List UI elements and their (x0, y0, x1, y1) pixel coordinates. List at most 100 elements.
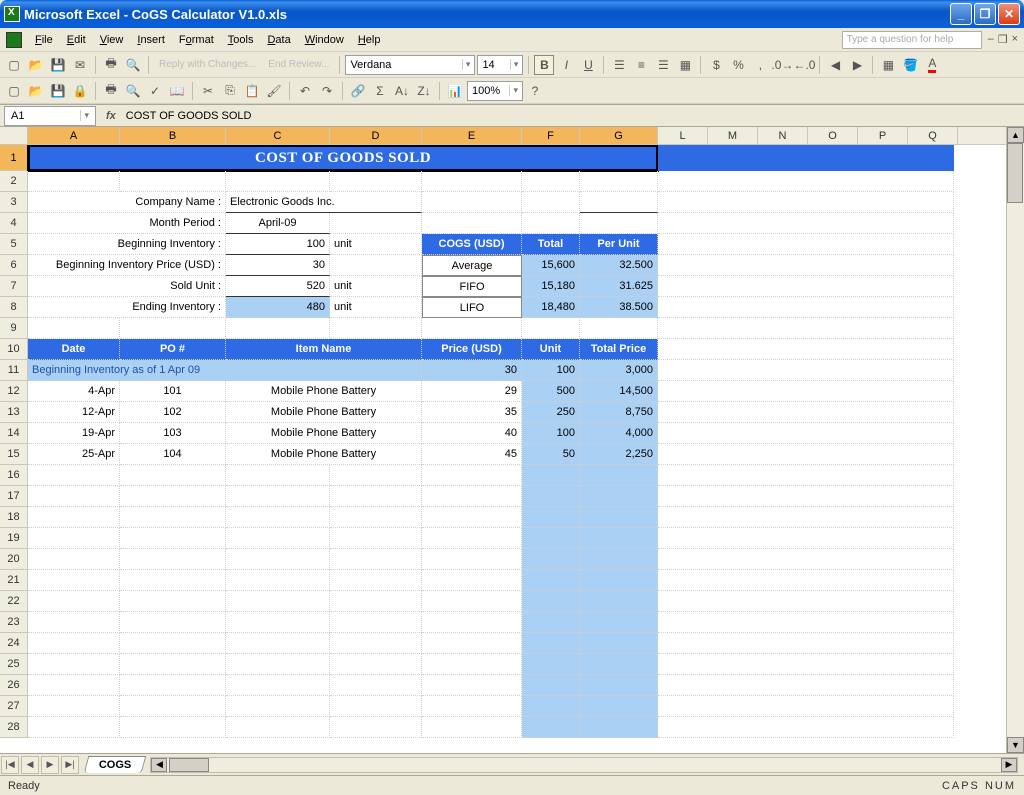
cogs-total-hdr[interactable]: Total (522, 234, 580, 255)
r3-total[interactable]: 2,250 (580, 444, 658, 465)
menu-format[interactable]: Format (172, 31, 221, 49)
col-O[interactable]: O (808, 127, 858, 144)
col-C[interactable]: C (226, 127, 330, 144)
r0-po[interactable]: 101 (120, 381, 226, 402)
value-beginvprice[interactable]: 30 (226, 255, 330, 276)
row-1[interactable]: 1 (0, 145, 28, 171)
select-all-corner[interactable] (0, 127, 28, 144)
help-icon[interactable]: ? (525, 81, 545, 101)
r1-unit[interactable]: 250 (522, 402, 580, 423)
r1-price[interactable]: 35 (422, 402, 522, 423)
align-center-icon[interactable]: ≡ (631, 55, 651, 75)
tab-first-icon[interactable]: |◀ (1, 756, 19, 774)
row-12[interactable]: 12 (0, 381, 28, 402)
cogs-total-2[interactable]: 18,480 (522, 297, 580, 318)
row-10[interactable]: 10 (0, 339, 28, 360)
label-beginv[interactable]: Beginning Inventory : (28, 234, 226, 255)
open-icon[interactable]: 📂 (26, 55, 46, 75)
name-box[interactable]: A1▾ (4, 106, 96, 126)
hscroll-thumb[interactable] (169, 758, 209, 772)
column-headers[interactable]: A B C D E F G L M N O P Q (0, 127, 1006, 145)
r3-price[interactable]: 45 (422, 444, 522, 465)
scroll-thumb[interactable] (1007, 143, 1023, 203)
end-review-button[interactable]: End Review... (263, 55, 334, 75)
align-left-icon[interactable]: ☰ (609, 55, 629, 75)
r3-item[interactable]: Mobile Phone Battery (226, 444, 422, 465)
permission-icon[interactable]: 🔒 (70, 81, 90, 101)
save-file-icon[interactable]: 💾 (48, 81, 68, 101)
unit-label-2[interactable]: unit (330, 276, 422, 297)
label-company[interactable]: Company Name : (28, 192, 226, 213)
th-price[interactable]: Price (USD) (422, 339, 522, 360)
th-total[interactable]: Total Price (580, 339, 658, 360)
menu-window[interactable]: Window (298, 31, 351, 49)
increase-decimal-icon[interactable]: .0→ (772, 55, 792, 75)
label-endinv[interactable]: Ending Inventory : (28, 297, 226, 318)
value-beginv[interactable]: 100 (226, 234, 330, 255)
r3-date[interactable]: 25-Apr (28, 444, 120, 465)
spelling-icon[interactable]: ✓ (145, 81, 165, 101)
r0-unit[interactable]: 500 (522, 381, 580, 402)
col-E[interactable]: E (422, 127, 522, 144)
menu-file[interactable]: File (28, 31, 60, 49)
th-item[interactable]: Item Name (226, 339, 422, 360)
r1-total[interactable]: 8,750 (580, 402, 658, 423)
value-company[interactable]: Electronic Goods Inc. (226, 192, 422, 213)
formula-input[interactable]: COST OF GOODS SOLD (122, 110, 1024, 122)
percent-icon[interactable]: % (728, 55, 748, 75)
row-8[interactable]: 8 (0, 297, 28, 318)
scroll-right-icon[interactable]: ▶ (1001, 758, 1017, 772)
cut-icon[interactable]: ✂ (198, 81, 218, 101)
print-button-icon[interactable]: 🖶 (101, 81, 121, 101)
row-25[interactable]: 25 (0, 654, 28, 675)
tab-last-icon[interactable]: ▶| (61, 756, 79, 774)
row-13[interactable]: 13 (0, 402, 28, 423)
preview-icon[interactable]: 🔍 (123, 55, 143, 75)
underline-button[interactable]: U (578, 55, 598, 75)
hyperlink-icon[interactable]: 🔗 (348, 81, 368, 101)
research-icon[interactable]: 📖 (167, 81, 187, 101)
vertical-scrollbar[interactable]: ▲ ▼ (1006, 127, 1024, 753)
r1-po[interactable]: 102 (120, 402, 226, 423)
wb-minimize-icon[interactable]: – (988, 33, 994, 46)
increase-indent-icon[interactable]: ▶ (847, 55, 867, 75)
borders-icon[interactable]: ▦ (878, 55, 898, 75)
row-9[interactable]: 9 (0, 318, 28, 339)
undo-icon[interactable]: ↶ (295, 81, 315, 101)
col-M[interactable]: M (708, 127, 758, 144)
row-2[interactable]: 2 (0, 171, 28, 192)
r0-item[interactable]: Mobile Phone Battery (226, 381, 422, 402)
row-6[interactable]: 6 (0, 255, 28, 276)
title-cell[interactable]: COST OF GOODS SOLD (28, 145, 658, 171)
row-21[interactable]: 21 (0, 570, 28, 591)
reply-changes-button[interactable]: Reply with Changes... (154, 55, 261, 75)
cogs-per-0[interactable]: 32.500 (580, 255, 658, 276)
cogs-total-0[interactable]: 15,600 (522, 255, 580, 276)
row-7[interactable]: 7 (0, 276, 28, 297)
col-N[interactable]: N (758, 127, 808, 144)
print-preview-icon[interactable]: 🔍 (123, 81, 143, 101)
decrease-decimal-icon[interactable]: ←.0 (794, 55, 814, 75)
grid[interactable]: A B C D E F G L M N O P Q 1 COST OF GOOD… (0, 127, 1006, 753)
r0-date[interactable]: 4-Apr (28, 381, 120, 402)
row-24[interactable]: 24 (0, 633, 28, 654)
begin-price[interactable]: 30 (422, 360, 522, 381)
r2-price[interactable]: 40 (422, 423, 522, 444)
begin-unit[interactable]: 100 (522, 360, 580, 381)
scroll-left-icon[interactable]: ◀ (151, 758, 167, 772)
r0-price[interactable]: 29 (422, 381, 522, 402)
col-L[interactable]: L (658, 127, 708, 144)
unit-label[interactable]: unit (330, 234, 422, 255)
wb-restore-icon[interactable]: ❐ (998, 33, 1008, 46)
row-22[interactable]: 22 (0, 591, 28, 612)
autosum-icon[interactable]: Σ (370, 81, 390, 101)
save-icon[interactable]: 💾 (48, 55, 68, 75)
horizontal-scrollbar[interactable]: ◀ ▶ (150, 757, 1018, 773)
tab-prev-icon[interactable]: ◀ (21, 756, 39, 774)
fill-color-icon[interactable]: 🪣 (900, 55, 920, 75)
row-5[interactable]: 5 (0, 234, 28, 255)
row-27[interactable]: 27 (0, 696, 28, 717)
font-color-icon[interactable]: A (922, 55, 942, 75)
zoom-selector[interactable]: 100%▾ (467, 81, 523, 101)
merge-center-icon[interactable]: ▦ (675, 55, 695, 75)
